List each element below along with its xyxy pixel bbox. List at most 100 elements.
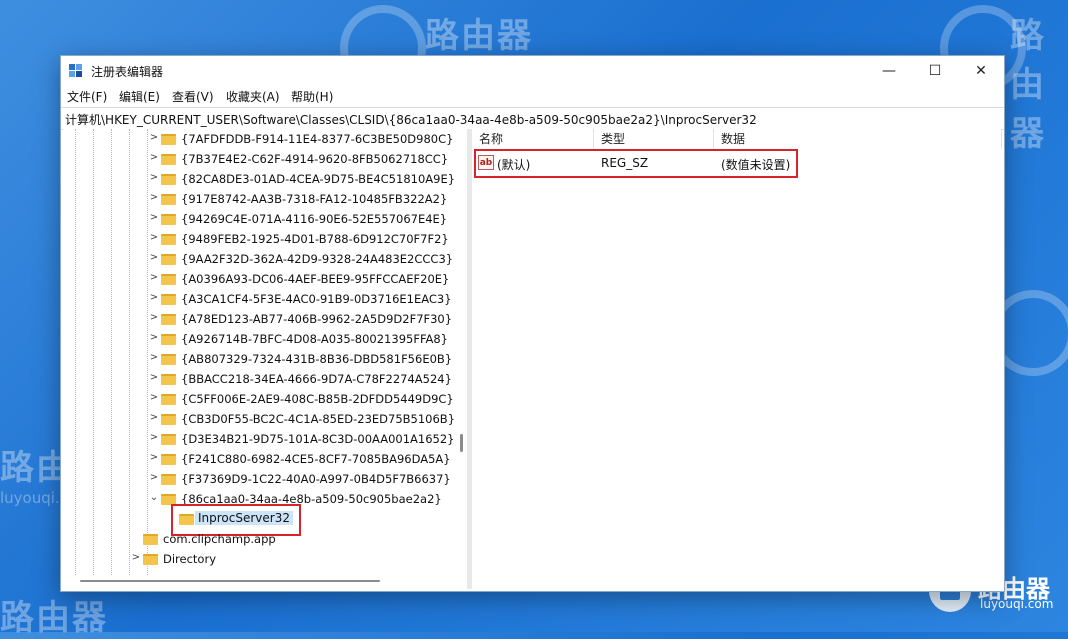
chevron-right-icon[interactable]: > xyxy=(149,152,159,163)
menu-view[interactable]: 查看(V) xyxy=(172,88,214,105)
tree-key-label[interactable]: {F37369D9-1C22-40A0-A997-0B4D5F7B6637} xyxy=(181,472,451,486)
tree-key-label[interactable]: com.clipchamp.app xyxy=(163,532,276,546)
tree-key-label[interactable]: {7AFDFDDB-F914-11E4-8377-6C3BE50D980C} xyxy=(181,132,453,146)
tree-horizontal-scrollbar[interactable] xyxy=(63,575,467,589)
tree-item[interactable]: > {82CA8DE3-01AD-4CEA-9D75-BE4C51810A9E} xyxy=(63,169,459,189)
tree-item[interactable]: > {A78ED123-AB77-406B-9962-2A5D9D2F7F30} xyxy=(63,309,459,329)
chevron-right-icon[interactable]: > xyxy=(149,312,159,323)
chevron-right-icon[interactable]: > xyxy=(149,392,159,403)
menu-file[interactable]: 文件(F) xyxy=(67,88,107,105)
tree-key-label[interactable]: {94269C4E-071A-4116-90E6-52E557067E4E} xyxy=(181,212,447,226)
tree-item[interactable]: > {BBACC218-34EA-4666-9D7A-C78F2274A524} xyxy=(63,369,459,389)
tree-vertical-scrollbar[interactable] xyxy=(457,129,467,575)
tree-item[interactable]: > {9489FEB2-1925-4D01-B788-6D912C70F7F2} xyxy=(63,229,459,249)
regedit-window: 注册表编辑器 — ☐ ✕ 文件(F) 编辑(E) 查看(V) 收藏夹(A) 帮助… xyxy=(60,55,1005,592)
folder-icon xyxy=(161,414,176,425)
folder-icon xyxy=(161,394,176,405)
chevron-right-icon[interactable]: > xyxy=(149,372,159,383)
tree-item[interactable]: > {7B37E4E2-C62F-4914-9620-8FB5062718CC} xyxy=(63,149,459,169)
tree-key-label[interactable]: {A926714B-7BFC-4D08-A035-80021395FFA8} xyxy=(181,332,448,346)
column-header-data[interactable]: 数据 xyxy=(714,129,1002,149)
folder-icon xyxy=(161,434,176,445)
maximize-button[interactable]: ☐ xyxy=(912,56,958,86)
tree-key-label[interactable]: {F241C880-6982-4CE5-8CF7-7085BA96DA5A} xyxy=(181,452,451,466)
tree-item[interactable]: > {AB807329-7324-431B-8B36-DBD581F56E0B} xyxy=(63,349,459,369)
watermark-brand-text: 路由器 xyxy=(0,598,108,638)
chevron-right-icon[interactable]: > xyxy=(149,212,159,223)
tree-item[interactable]: > {D3E34B21-9D75-101A-8C3D-00AA001A1652} xyxy=(63,429,459,449)
window-title: 注册表编辑器 xyxy=(91,65,164,79)
tree-key-label[interactable]: {A78ED123-AB77-406B-9962-2A5D9D2F7F30} xyxy=(181,312,452,326)
tree-key-label[interactable]: {CB3D0F55-BC2C-4C1A-85ED-23ED75B5106B} xyxy=(181,412,455,426)
tree-item[interactable]: > {F37369D9-1C22-40A0-A997-0B4D5F7B6637} xyxy=(63,469,459,489)
tree-key-label[interactable]: {917E8742-AA3B-7318-FA12-10485FB322A2} xyxy=(181,192,447,206)
menu-help[interactable]: 帮助(H) xyxy=(291,88,333,105)
tree-key-label[interactable]: {9489FEB2-1925-4D01-B788-6D912C70F7F2} xyxy=(181,232,449,246)
chevron-right-icon[interactable]: > xyxy=(149,292,159,303)
chevron-right-icon[interactable]: > xyxy=(149,172,159,183)
chevron-right-icon[interactable]: > xyxy=(149,232,159,243)
chevron-right-icon[interactable]: > xyxy=(149,332,159,343)
tree-key-label[interactable]: {9AA2F32D-362A-42D9-9328-24A483E2CCC3} xyxy=(181,252,453,266)
logo-domain-text: luyouqi.com xyxy=(980,597,1054,611)
column-header-name[interactable]: 名称 xyxy=(472,129,594,149)
tree-key-label[interactable]: Directory xyxy=(163,552,216,566)
chevron-right-icon[interactable]: > xyxy=(149,432,159,443)
chevron-right-icon[interactable]: > xyxy=(149,412,159,423)
address-bar[interactable]: 计算机\HKEY_CURRENT_USER\Software\Classes\C… xyxy=(61,107,1004,130)
folder-icon xyxy=(161,474,176,485)
watermark-brand-text: 路由器 xyxy=(425,16,533,56)
tree-key-label[interactable]: {82CA8DE3-01AD-4CEA-9D75-BE4C51810A9E} xyxy=(181,172,455,186)
column-header-type[interactable]: 类型 xyxy=(594,129,714,149)
menu-favorites[interactable]: 收藏夹(A) xyxy=(226,88,280,105)
folder-icon xyxy=(161,234,176,245)
minimize-button[interactable]: — xyxy=(866,56,912,86)
tree-item[interactable]: > {9AA2F32D-362A-42D9-9328-24A483E2CCC3} xyxy=(63,249,459,269)
chevron-right-icon[interactable]: > xyxy=(149,272,159,283)
folder-icon xyxy=(143,534,158,545)
tree-key-label[interactable]: {C5FF006E-2AE9-408C-B85B-2DFDD5449D9C} xyxy=(181,392,454,406)
folder-icon xyxy=(161,134,176,145)
tree-scroll-thumb[interactable] xyxy=(460,434,463,452)
folder-icon xyxy=(161,274,176,285)
tree-item[interactable]: > {CB3D0F55-BC2C-4C1A-85ED-23ED75B5106B} xyxy=(63,409,459,429)
tree-item[interactable]: > {94269C4E-071A-4116-90E6-52E557067E4E} xyxy=(63,209,459,229)
tree-key-label[interactable]: {A3CA1CF4-5F3E-4AC0-91B9-0D3716E1EAC3} xyxy=(181,292,452,306)
chevron-down-icon[interactable]: ⌄ xyxy=(149,492,159,503)
tree-item[interactable]: > {7AFDFDDB-F914-11E4-8377-6C3BE50D980C} xyxy=(63,129,459,149)
folder-icon xyxy=(161,314,176,325)
tree-key-label[interactable]: {7B37E4E2-C62F-4914-9620-8FB5062718CC} xyxy=(181,152,448,166)
value-list-pane[interactable]: 名称 类型 数据 ab (默认) REG_SZ (数值未设置) xyxy=(472,129,1002,589)
value-highlight-box xyxy=(474,149,798,178)
address-path[interactable]: 计算机\HKEY_CURRENT_USER\Software\Classes\C… xyxy=(65,111,757,128)
folder-icon xyxy=(161,374,176,385)
folder-icon xyxy=(161,254,176,265)
chevron-right-icon[interactable]: > xyxy=(149,352,159,363)
chevron-right-icon[interactable]: > xyxy=(149,192,159,203)
tree-item[interactable]: com.clipchamp.app xyxy=(63,529,459,549)
tree-item[interactable]: > Directory xyxy=(63,549,459,569)
tree-item[interactable]: > {A3CA1CF4-5F3E-4AC0-91B9-0D3716E1EAC3} xyxy=(63,289,459,309)
chevron-right-icon[interactable]: > xyxy=(149,452,159,463)
tree-item[interactable]: > {C5FF006E-2AE9-408C-B85B-2DFDD5449D9C} xyxy=(63,389,459,409)
tree-item[interactable]: > {A0396A93-DC06-4AEF-BEE9-95FFCCAEF20E} xyxy=(63,269,459,289)
menu-edit[interactable]: 编辑(E) xyxy=(119,88,160,105)
tree-key-label[interactable]: {A0396A93-DC06-4AEF-BEE9-95FFCCAEF20E} xyxy=(181,272,449,286)
tree-item[interactable]: > {F241C880-6982-4CE5-8CF7-7085BA96DA5A} xyxy=(63,449,459,469)
tree-key-label[interactable]: {BBACC218-34EA-4666-9D7A-C78F2274A524} xyxy=(181,372,452,386)
chevron-right-icon[interactable]: > xyxy=(149,132,159,143)
chevron-right-icon[interactable]: > xyxy=(131,552,141,563)
tree-item[interactable]: > {917E8742-AA3B-7318-FA12-10485FB322A2} xyxy=(63,189,459,209)
chevron-right-icon[interactable]: > xyxy=(149,252,159,263)
folder-icon xyxy=(161,174,176,185)
tree-key-label[interactable]: {AB807329-7324-431B-8B36-DBD581F56E0B} xyxy=(181,352,452,366)
chevron-right-icon[interactable]: > xyxy=(149,472,159,483)
close-button[interactable]: ✕ xyxy=(958,56,1004,86)
tree-hscroll-thumb[interactable] xyxy=(80,580,380,582)
menu-bar: 文件(F) 编辑(E) 查看(V) 收藏夹(A) 帮助(H) xyxy=(61,86,1004,106)
tree-key-label[interactable]: {D3E34B21-9D75-101A-8C3D-00AA001A1652} xyxy=(181,432,454,446)
tree-item[interactable]: > {A926714B-7BFC-4D08-A035-80021395FFA8} xyxy=(63,329,459,349)
folder-icon xyxy=(161,154,176,165)
key-tree-pane[interactable]: > {7AFDFDDB-F914-11E4-8377-6C3BE50D980C} >… xyxy=(63,129,459,575)
title-bar[interactable]: 注册表编辑器 — ☐ ✕ xyxy=(61,56,1004,86)
